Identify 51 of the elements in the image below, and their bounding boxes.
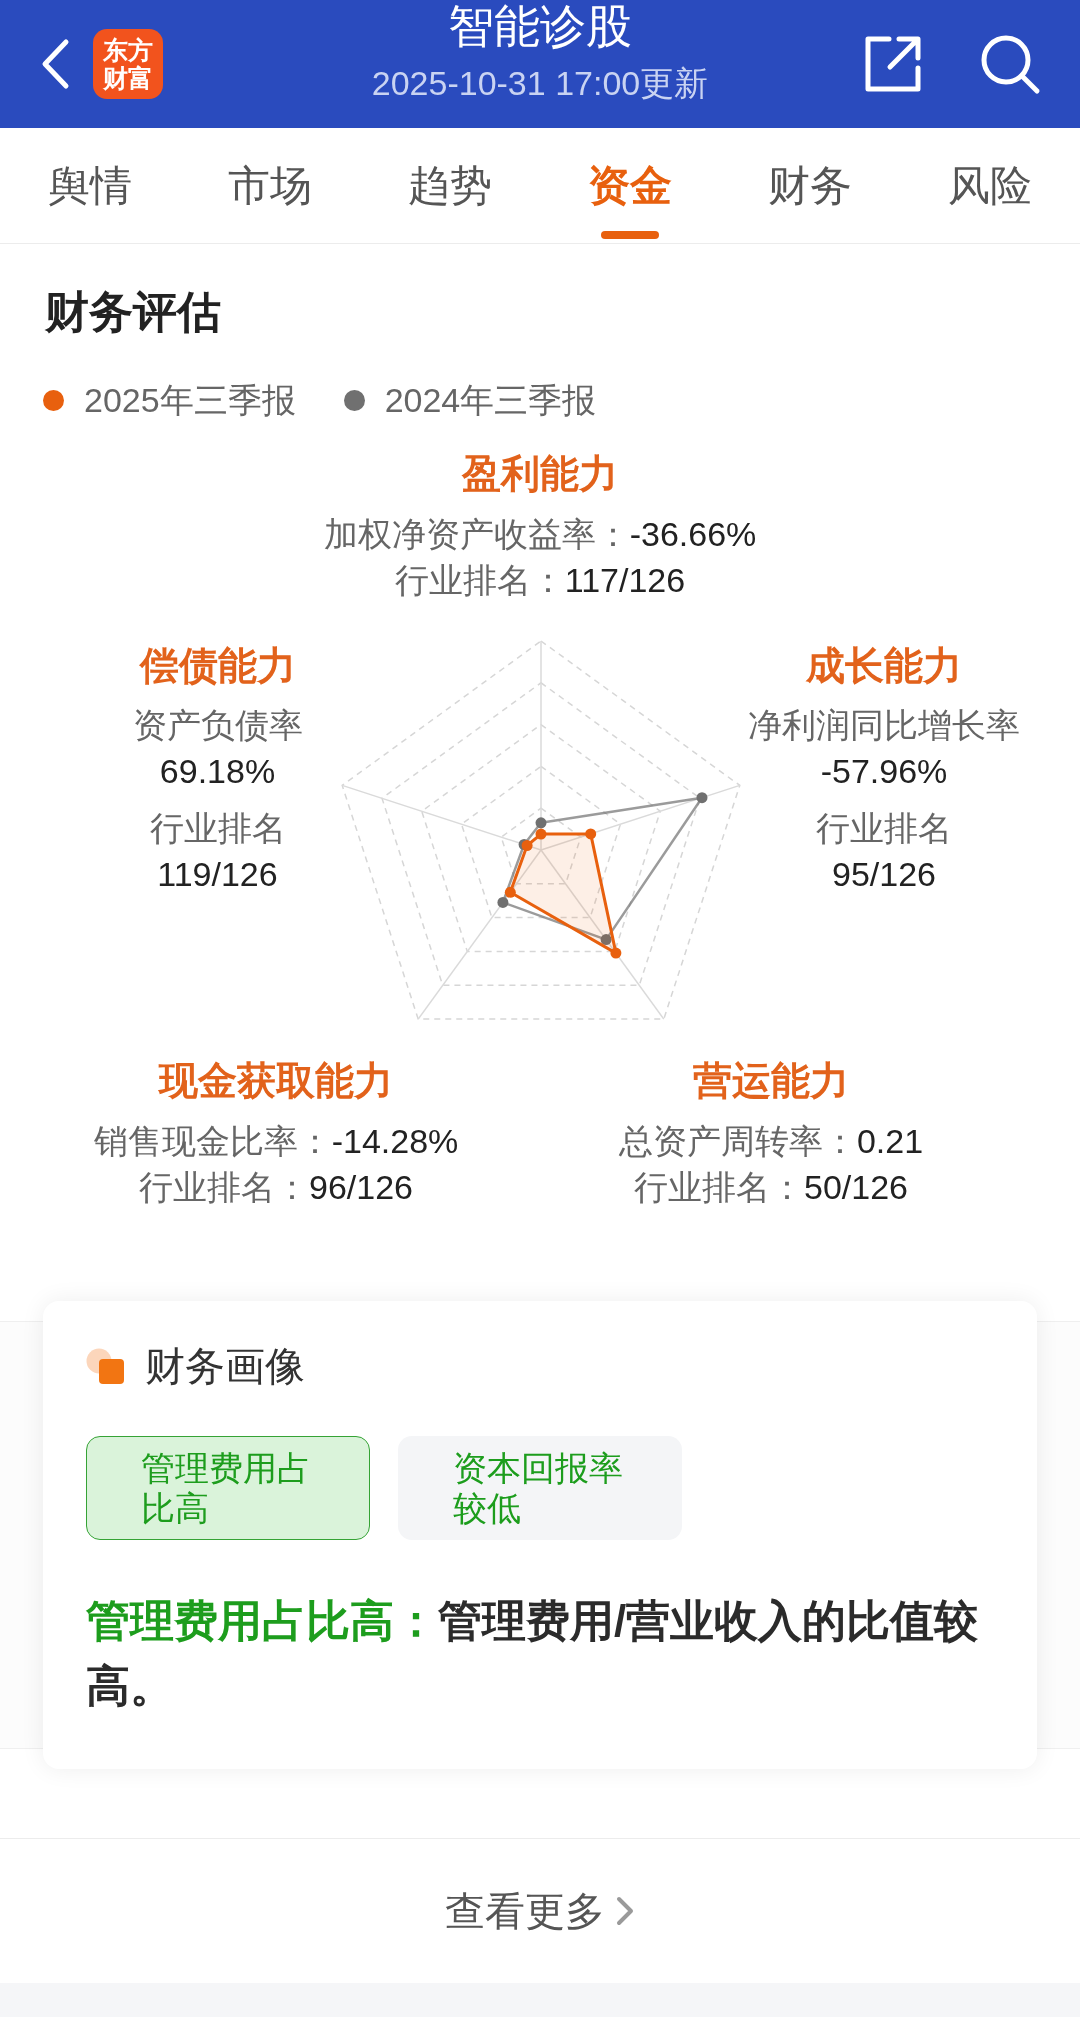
dimension-title: 偿债能力 (138, 643, 297, 689)
metric-label: 加权净资产收益率： (323, 515, 630, 553)
view-more-link[interactable]: 查看更多 (445, 1887, 635, 1935)
tab[interactable]: 风险 (900, 128, 1080, 243)
data-point (535, 828, 547, 840)
metric-label: 销售现金比率： (93, 1122, 332, 1160)
metric-value: 69.18% (158, 751, 277, 792)
data-point (600, 934, 612, 946)
circle-square-icon (86, 1348, 124, 1384)
data-point (610, 947, 622, 959)
card-title: 财务画像 (145, 1343, 305, 1390)
rank-value: 50/126 (804, 1168, 908, 1206)
tab[interactable]: 趋势 (360, 128, 540, 243)
metric-value: 0.21 (856, 1122, 924, 1160)
data-point (497, 896, 509, 908)
legend-label: 2025年三季报 (84, 380, 296, 421)
tab[interactable]: 舆情 (0, 128, 180, 243)
metric-value: -14.28% (331, 1122, 459, 1160)
section-title: 财务评估 (45, 286, 222, 338)
data-point (535, 817, 547, 829)
data-point (504, 886, 516, 898)
tab[interactable]: 市场 (180, 128, 360, 243)
legend-label: 2024年三季报 (384, 380, 597, 421)
metric-label: 资产负债率 (131, 705, 304, 746)
data-point (585, 828, 597, 840)
chevron-right-icon (615, 1895, 635, 1927)
rank-value: 95/126 (831, 854, 937, 895)
rank-value: 119/126 (156, 854, 279, 895)
rank-label: 行业排名 (148, 808, 287, 849)
page-title: 智能诊股 (448, 2, 632, 50)
description-text: 管理费用占比高：管理费用/营业收入的比值较高。 (86, 1595, 980, 1712)
dimension-title: 盈利能力 (460, 451, 619, 497)
tab[interactable]: 财务 (720, 128, 900, 243)
search-icon[interactable] (979, 33, 1041, 95)
metric-value: -57.96% (819, 751, 949, 792)
rank-value: 96/126 (309, 1168, 413, 1206)
rank-label: 行业排名： (394, 561, 565, 599)
dimension-title: 成长能力 (805, 643, 963, 689)
metric-label: 净利润同比增长率 (747, 705, 1021, 746)
back-icon[interactable] (40, 38, 70, 90)
rank-label: 行业排名： (634, 1168, 804, 1206)
rank-value: 117/126 (564, 561, 686, 599)
data-point (696, 792, 708, 804)
dimension-title: 现金获取能力 (157, 1058, 394, 1104)
metric-label: 总资产周转率： (618, 1122, 857, 1160)
rank-label: 行业排名： (139, 1168, 309, 1206)
metric-value: -36.66% (629, 515, 757, 553)
rank-label: 行业排名 (815, 808, 953, 849)
app-logo: 东方 财富 (93, 29, 163, 99)
update-time: 2025-10-31 17:00更新 (371, 63, 709, 103)
dimension-title: 营运能力 (692, 1058, 850, 1104)
